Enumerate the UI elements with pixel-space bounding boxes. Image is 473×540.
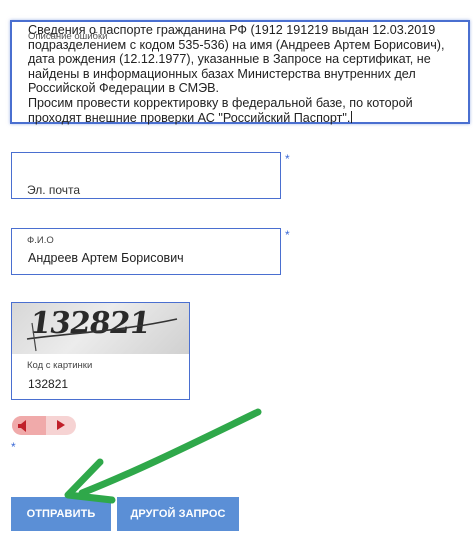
submit-button[interactable]: ОТПРАВИТЬ — [11, 497, 111, 531]
captcha-noise — [26, 318, 178, 352]
speaker-icon[interactable] — [16, 419, 30, 433]
captcha-code-input[interactable]: 132821 — [28, 377, 68, 391]
required-mark-captcha: * — [11, 440, 16, 454]
captcha-code-label: Код с картинки — [27, 360, 93, 371]
description-value: Сведения о паспорте гражданина РФ (1912 … — [28, 23, 445, 125]
text-caret — [351, 110, 353, 123]
required-mark-email: * — [285, 152, 290, 166]
other-request-button[interactable]: ДРУГОЙ ЗАПРОС — [117, 497, 239, 531]
fio-value: Андреев Артем Борисович — [28, 251, 184, 265]
required-mark-fio: * — [285, 228, 290, 242]
description-text[interactable]: Сведения о паспорте гражданина РФ (1912 … — [28, 23, 468, 125]
fio-label: Ф.И.О — [27, 235, 54, 246]
play-icon[interactable] — [56, 419, 66, 431]
email-label: Эл. почта — [27, 183, 81, 197]
